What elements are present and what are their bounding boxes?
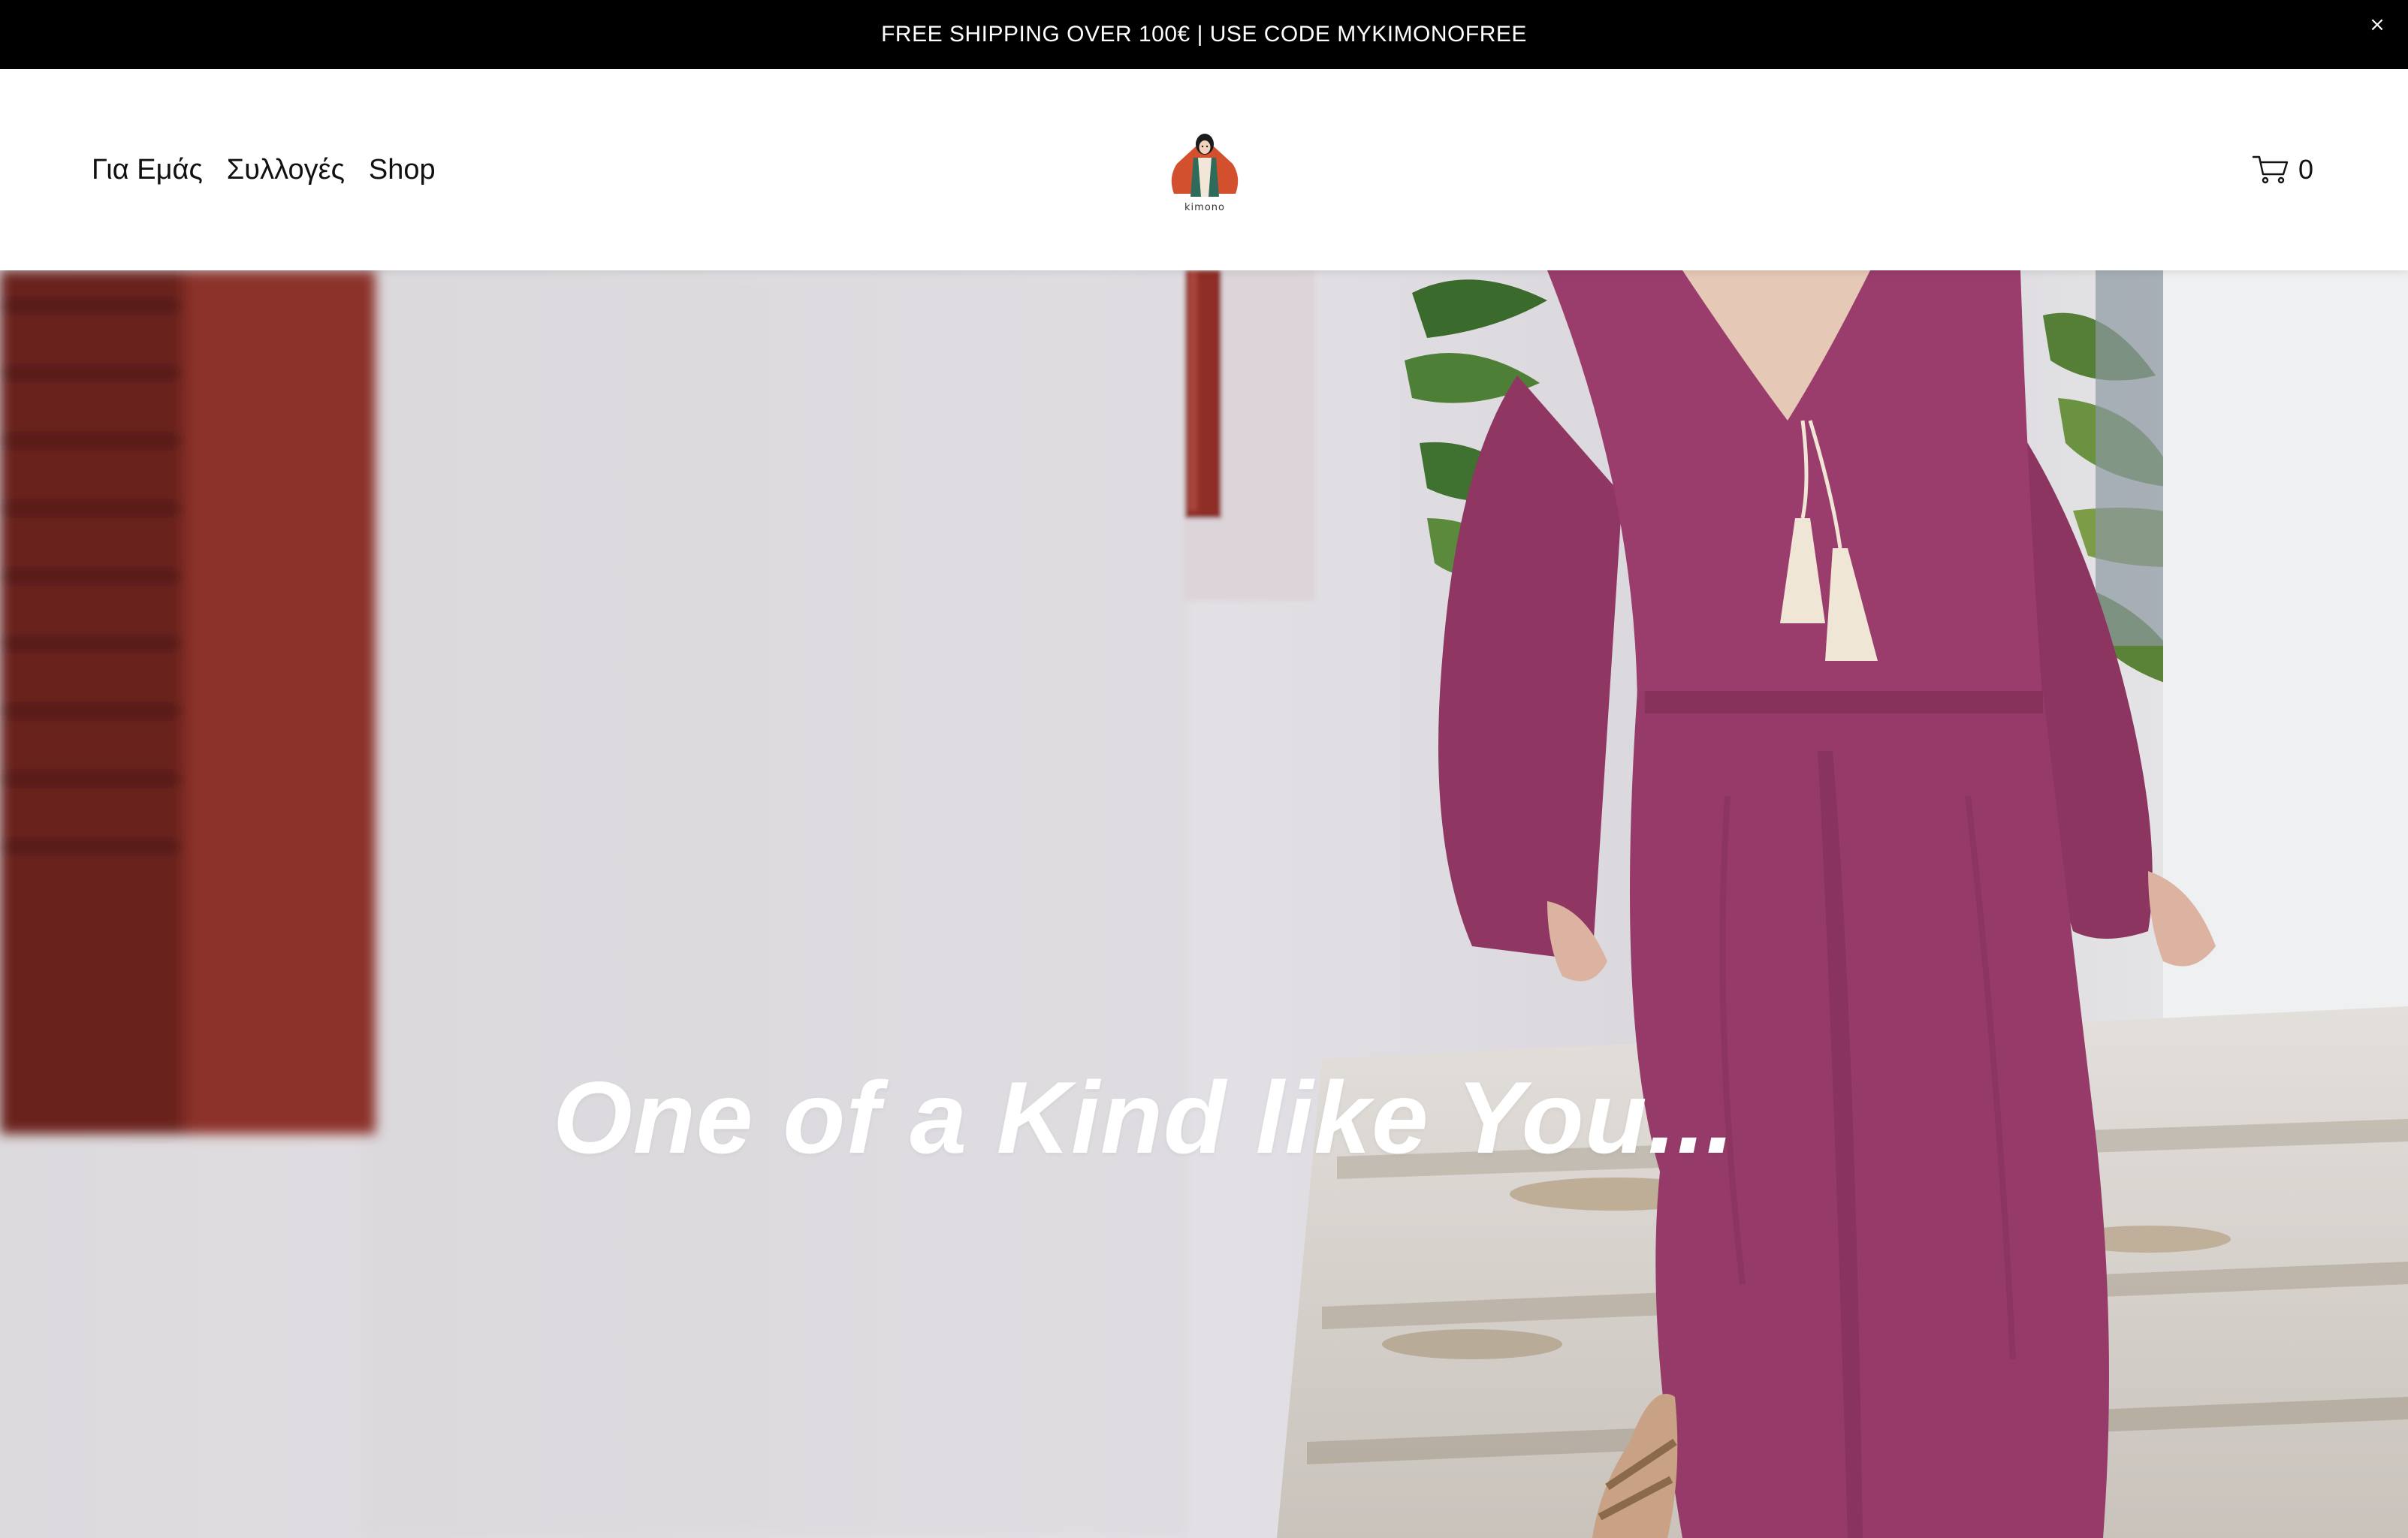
hero-heading: One of a Kind like You...	[553, 1060, 1736, 1175]
nav-link-about[interactable]: Για Εμάς	[92, 154, 203, 186]
cart-button[interactable]: 0	[2252, 69, 2313, 270]
cart-count: 0	[2298, 154, 2313, 185]
cart-icon	[2252, 155, 2289, 184]
announcement-text: FREE SHIPPING OVER 100€ | USE CODE MYKIM…	[881, 22, 1527, 47]
hero-section: One of a Kind like You...	[0, 270, 2408, 1538]
nav-link-collections[interactable]: Συλλογές	[227, 154, 345, 186]
close-icon[interactable]: ×	[2366, 14, 2388, 36]
nav-link-shop[interactable]: Shop	[369, 154, 436, 186]
main-nav: Για Εμάς Συλλογές Shop	[92, 69, 436, 270]
announcement-bar: FREE SHIPPING OVER 100€ | USE CODE MYKIM…	[0, 0, 2408, 69]
site-header: Για Εμάς Συλλογές Shop kimono 0	[0, 69, 2408, 270]
logo-text: kimono	[1184, 202, 1225, 213]
site-logo[interactable]: kimono	[1163, 125, 1246, 215]
hero-image	[0, 270, 2408, 1538]
